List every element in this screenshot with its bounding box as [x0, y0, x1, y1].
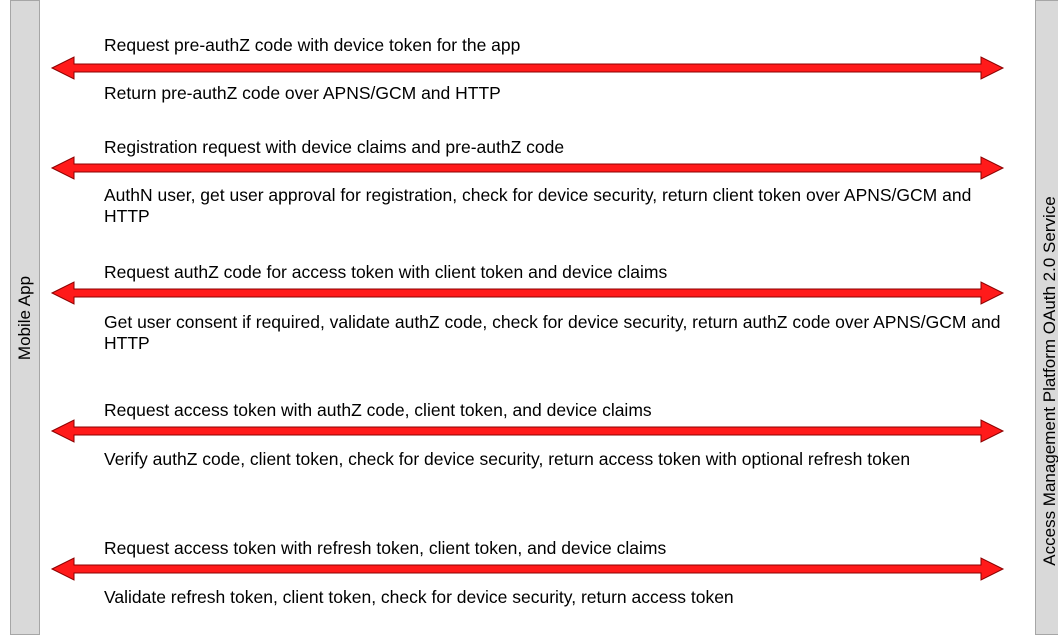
step-3-response: Get user consent if required, validate a… [104, 312, 1001, 353]
double-arrow [50, 557, 1005, 581]
step-2-response: AuthN user, get user approval for regist… [104, 185, 972, 226]
double-arrow-shape [50, 156, 1005, 180]
double-arrow [50, 56, 1005, 80]
step-3-request: Request authZ code for access token with… [104, 262, 668, 282]
double-arrow-shape [50, 419, 1005, 443]
double-arrow [50, 281, 1005, 305]
step-5-response: Validate refresh token, client token, ch… [104, 587, 734, 607]
step-2-request: Registration request with device claims … [104, 137, 565, 157]
step-5-request: Request access token with refresh token,… [104, 538, 667, 558]
step-4-request: Request access token with authZ code, cl… [104, 400, 652, 420]
step-4-response: Verify authZ code, client token, check f… [104, 449, 911, 469]
step-1-request: Request pre-authZ code with device token… [104, 35, 521, 55]
double-arrow-shape [50, 56, 1005, 80]
double-arrow [50, 419, 1005, 443]
double-arrow-shape [50, 281, 1005, 305]
double-arrow-shape [50, 557, 1005, 581]
step-1-response: Return pre-authZ code over APNS/GCM and … [104, 83, 501, 103]
double-arrow [50, 156, 1005, 180]
